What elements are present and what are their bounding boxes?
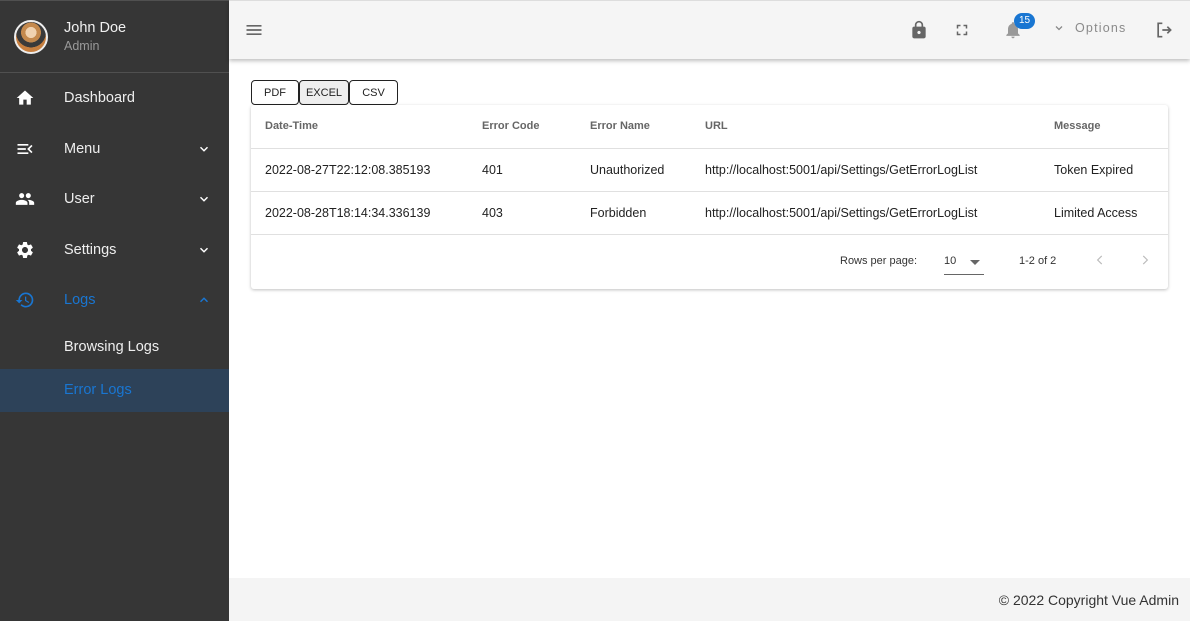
error-logs-table-card: Date-Time Error Code Error Name URL Mess… xyxy=(251,105,1168,289)
cell-message: Limited Access xyxy=(1054,191,1168,235)
sidebar-item-label: Menu xyxy=(64,140,101,157)
column-header-date-time[interactable]: Date-Time xyxy=(251,105,482,149)
lock-icon[interactable] xyxy=(908,19,930,41)
user-role: Admin xyxy=(64,38,100,53)
previous-page-icon[interactable] xyxy=(1093,253,1107,267)
sidebar-item-label: Dashboard xyxy=(64,90,135,107)
table-header-row: Date-Time Error Code Error Name URL Mess… xyxy=(251,105,1168,149)
sidebar-item-label: Settings xyxy=(64,241,117,258)
dropdown-arrow-icon xyxy=(970,260,980,265)
user-name: John Doe xyxy=(64,19,127,36)
fullscreen-icon[interactable] xyxy=(951,19,973,41)
sidebar-item-dashboard[interactable]: Dashboard xyxy=(0,73,229,124)
export-pdf-button[interactable]: PDF xyxy=(251,80,299,105)
users-icon xyxy=(15,189,35,209)
rows-per-page-select[interactable]: 10 xyxy=(944,247,984,275)
sidebar-item-menu[interactable]: Menu xyxy=(0,124,229,175)
column-header-error-name[interactable]: Error Name xyxy=(590,105,705,149)
chevron-down-icon xyxy=(199,196,209,203)
table-row[interactable]: 2022-08-28T18:14:34.336139 403 Forbidden… xyxy=(251,191,1168,235)
export-excel-button[interactable]: EXCEL xyxy=(299,80,349,105)
cell-error-name: Unauthorized xyxy=(590,148,705,192)
rows-per-page-label: Rows per page: xyxy=(840,255,918,267)
copyright-text: © 2022 Copyright Vue Admin xyxy=(998,591,1179,608)
sidebar-item-label: User xyxy=(64,191,95,208)
table-row[interactable]: 2022-08-27T22:12:08.385193 401 Unauthori… xyxy=(251,148,1168,192)
home-icon xyxy=(15,88,35,108)
sidebar-item-label: Logs xyxy=(64,292,96,309)
rows-per-page-value: 10 xyxy=(944,255,957,267)
sidebar-item-user[interactable]: User xyxy=(0,174,229,225)
column-header-message[interactable]: Message xyxy=(1054,105,1168,149)
avatar xyxy=(14,19,48,54)
menu-open-icon xyxy=(15,139,35,159)
cell-date-time: 2022-08-28T18:14:34.336139 xyxy=(251,191,482,235)
sidebar-item-settings[interactable]: Settings xyxy=(0,225,229,276)
pagination: Rows per page: 10 1-2 of 2 xyxy=(251,235,1168,289)
history-icon xyxy=(15,290,35,310)
cell-date-time: 2022-08-27T22:12:08.385193 xyxy=(251,148,482,192)
notification-badge: 15 xyxy=(1014,13,1036,29)
page-footer: © 2022 Copyright Vue Admin xyxy=(229,578,1190,621)
chevron-down-icon xyxy=(199,146,209,152)
hamburger-menu-icon[interactable] xyxy=(243,19,265,41)
top-bar: 15 Options xyxy=(229,0,1190,59)
logout-icon[interactable] xyxy=(1153,19,1175,41)
gear-icon xyxy=(15,240,35,260)
chevron-down-icon xyxy=(199,247,209,253)
chevron-down-icon xyxy=(1055,26,1063,31)
cell-error-code: 401 xyxy=(482,148,590,192)
sidebar-item-logs[interactable]: Logs xyxy=(0,275,229,326)
column-header-url[interactable]: URL xyxy=(705,105,1054,149)
options-label: Options xyxy=(1075,21,1127,35)
sidebar-item-error-logs[interactable]: Error Logs xyxy=(0,368,229,412)
chevron-up-icon xyxy=(199,297,209,303)
cell-error-name: Forbidden xyxy=(590,191,705,235)
cell-url: http://localhost:5001/api/Settings/GetEr… xyxy=(705,191,1054,235)
next-page-icon[interactable] xyxy=(1138,253,1152,267)
cell-url: http://localhost:5001/api/Settings/GetEr… xyxy=(705,148,1054,192)
sidebar: John Doe Admin Dashboard Menu User Setti… xyxy=(0,0,229,621)
export-csv-button[interactable]: CSV xyxy=(349,80,398,105)
column-header-error-code[interactable]: Error Code xyxy=(482,105,590,149)
cell-error-code: 403 xyxy=(482,191,590,235)
user-profile: John Doe Admin xyxy=(0,0,229,73)
sidebar-item-browsing-logs[interactable]: Browsing Logs xyxy=(0,326,229,369)
cell-message: Token Expired xyxy=(1054,148,1168,192)
options-dropdown[interactable]: Options xyxy=(1053,21,1126,35)
page-range: 1-2 of 2 xyxy=(1019,255,1057,267)
error-logs-table: Date-Time Error Code Error Name URL Mess… xyxy=(251,105,1168,235)
